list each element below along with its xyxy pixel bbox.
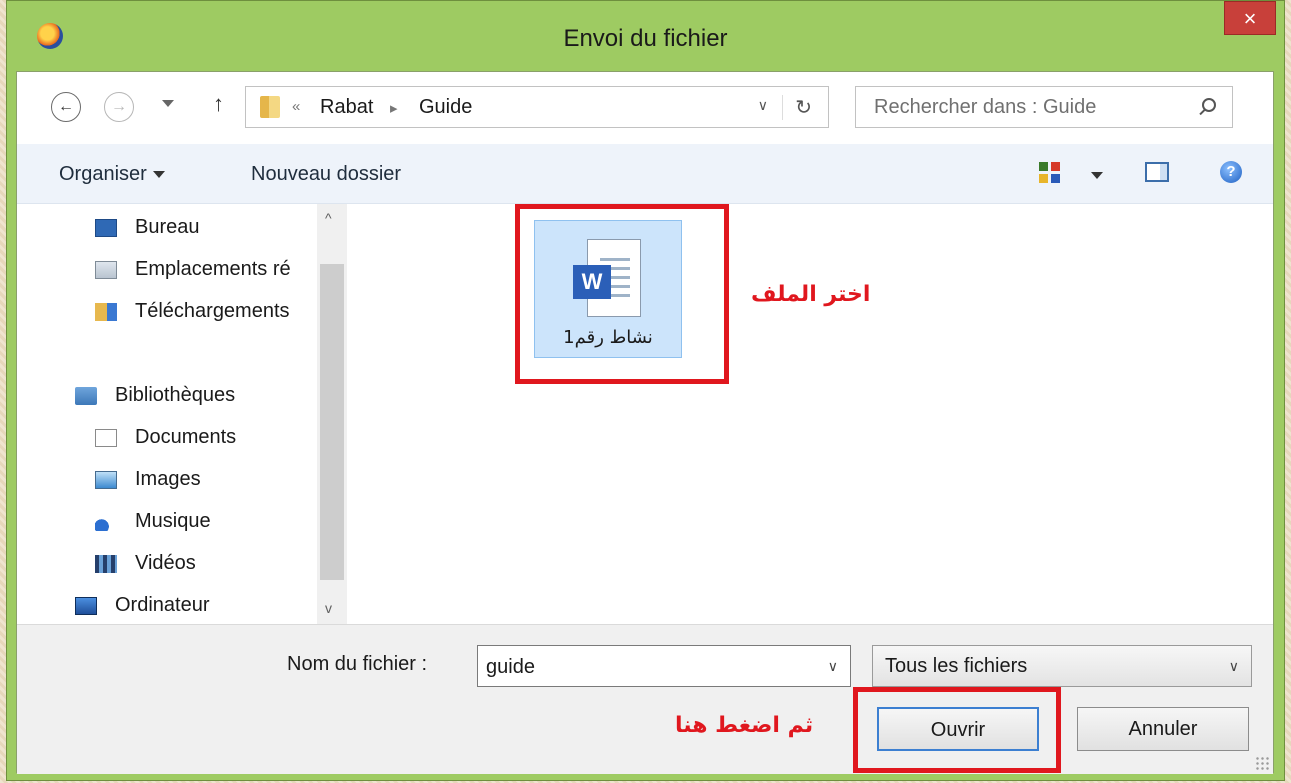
- refresh-icon[interactable]: ↻: [782, 95, 812, 120]
- sidebar-item-label: Images: [135, 468, 201, 490]
- breadcrumb-guide[interactable]: Guide: [419, 96, 472, 119]
- navigation-scrollbar[interactable]: ^ v: [317, 204, 347, 624]
- recent-locations-dropdown[interactable]: [162, 100, 174, 107]
- new-folder-button[interactable]: Nouveau dossier: [251, 163, 401, 186]
- cancel-button[interactable]: Annuler: [1077, 707, 1249, 751]
- desktop-icon: [95, 219, 117, 237]
- sidebar-item-label: Documents: [135, 426, 237, 448]
- sidebar-item-emplacements[interactable]: Emplacements ré: [95, 258, 291, 281]
- filename-value[interactable]: guide: [486, 656, 535, 679]
- scroll-down-icon[interactable]: v: [325, 600, 332, 616]
- sidebar-item-telechargements[interactable]: Téléchargements: [95, 300, 290, 323]
- sidebar-item-label: Ordinateur: [115, 594, 210, 616]
- sidebar-item-label: Bureau: [135, 216, 200, 238]
- scroll-up-icon[interactable]: ^: [325, 210, 332, 226]
- breadcrumb-overflow[interactable]: «: [292, 98, 300, 115]
- file-open-dialog: Envoi du fichier × ← → ↑ « Rabat ▸ Guide…: [6, 0, 1285, 781]
- file-type-value: Tous les fichiers: [885, 655, 1028, 677]
- documents-icon: [95, 429, 117, 447]
- search-input[interactable]: Rechercher dans : Guide: [855, 86, 1233, 128]
- dialog-body: ← → ↑ « Rabat ▸ Guide ∨ ↻ Rechercher dan…: [16, 71, 1274, 774]
- sidebar-item-videos[interactable]: Vidéos: [95, 552, 196, 575]
- organize-button[interactable]: Organiser: [59, 163, 165, 186]
- sidebar-item-label: Bibliothèques: [115, 384, 236, 406]
- organize-label: Organiser: [59, 163, 147, 185]
- chevron-down-icon: ∨: [1228, 658, 1239, 674]
- sidebar-item-musique[interactable]: Musique: [95, 510, 211, 533]
- sidebar-item-label: Musique: [135, 510, 211, 532]
- breadcrumb-separator[interactable]: ▸: [390, 99, 398, 117]
- address-dropdown-icon[interactable]: ∨: [758, 97, 768, 114]
- navigation-pane: Bureau Emplacements ré Téléchargements B…: [17, 204, 315, 624]
- help-icon[interactable]: ?: [1220, 161, 1242, 183]
- sidebar-item-bibliotheques[interactable]: Bibliothèques: [75, 384, 236, 407]
- resize-grip-icon[interactable]: [1255, 756, 1269, 770]
- libraries-icon: [75, 387, 97, 405]
- annotation-box-file: [515, 204, 729, 384]
- downloads-folder-icon: [95, 303, 117, 321]
- music-icon: [95, 513, 117, 531]
- file-list: W نشاط رقم1 اختر الملف: [349, 204, 1273, 624]
- annotation-click-here: ثم اضغط هنا: [675, 713, 814, 738]
- command-bar: Organiser Nouveau dossier ?: [17, 144, 1273, 204]
- view-options-chevron-icon[interactable]: [1091, 172, 1103, 179]
- network-locations-icon: [95, 261, 117, 279]
- annotation-choose-file: اختر الملف: [751, 282, 871, 307]
- forward-button[interactable]: →: [104, 92, 134, 122]
- address-bar[interactable]: « Rabat ▸ Guide ∨ ↻: [245, 86, 829, 128]
- computer-icon: [75, 597, 97, 615]
- change-view-icon[interactable]: [1039, 162, 1061, 184]
- videos-icon: [95, 555, 117, 573]
- search-icon[interactable]: [1202, 98, 1216, 112]
- address-row: ← → ↑ « Rabat ▸ Guide ∨ ↻ Rechercher dan…: [17, 72, 1273, 144]
- sidebar-item-bureau[interactable]: Bureau: [95, 216, 200, 239]
- sidebar-item-ordinateur[interactable]: Ordinateur: [75, 594, 210, 617]
- scrollbar-thumb[interactable]: [320, 264, 344, 580]
- open-button[interactable]: Ouvrir: [877, 707, 1039, 751]
- folder-icon: [260, 96, 280, 118]
- breadcrumb-rabat[interactable]: Rabat: [320, 96, 373, 119]
- chevron-down-icon[interactable]: ∨: [828, 658, 838, 675]
- sidebar-item-label: Emplacements ré: [135, 258, 291, 280]
- search-placeholder: Rechercher dans : Guide: [874, 96, 1097, 118]
- sidebar-item-images[interactable]: Images: [95, 468, 201, 491]
- sidebar-item-label: Vidéos: [135, 552, 196, 574]
- sidebar-item-documents[interactable]: Documents: [95, 426, 237, 449]
- title-bar[interactable]: Envoi du fichier ×: [7, 1, 1284, 71]
- filename-field[interactable]: guide ∨: [477, 645, 851, 687]
- preview-pane-icon[interactable]: [1145, 162, 1169, 182]
- sidebar-item-label: Téléchargements: [135, 300, 290, 322]
- chevron-down-icon: [152, 171, 165, 179]
- pictures-icon: [95, 471, 117, 489]
- dialog-title: Envoi du fichier: [563, 25, 728, 52]
- dialog-footer: Nom du fichier : guide ∨ Tous les fichie…: [17, 624, 1273, 774]
- back-button[interactable]: ←: [51, 92, 81, 122]
- file-type-select[interactable]: Tous les fichiers ∨: [872, 645, 1252, 687]
- close-button[interactable]: ×: [1224, 1, 1276, 35]
- up-button[interactable]: ↑: [213, 91, 224, 117]
- filename-label: Nom du fichier :: [287, 653, 428, 675]
